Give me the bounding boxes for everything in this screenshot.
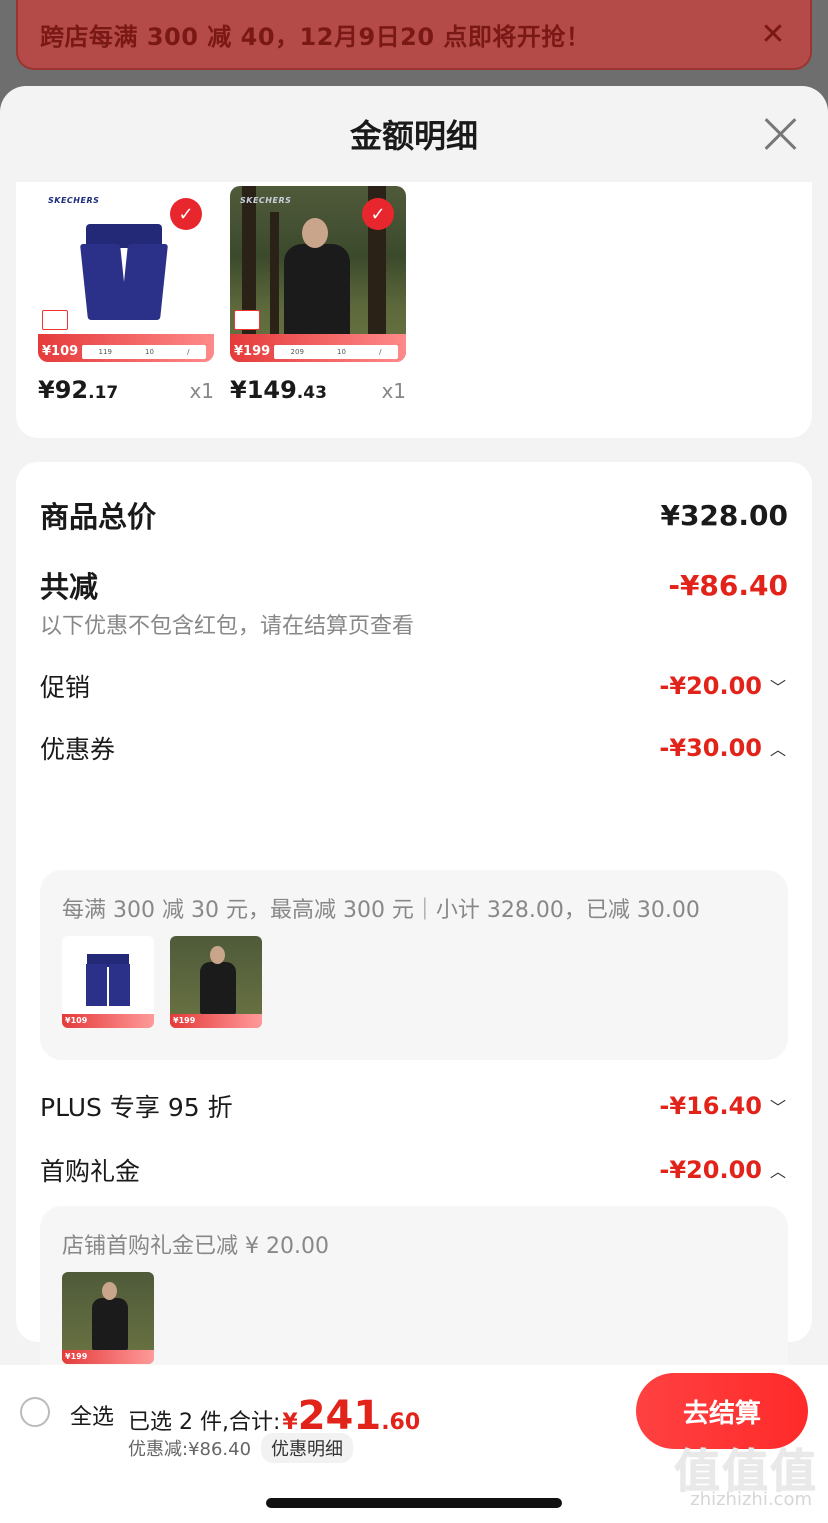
check-icon[interactable]: ✓ [170,198,202,230]
amount-detail-sheet: 金额明细 SKECHERS ¥109 119 10/ ✓ ¥92.17 x1 S… [0,86,828,1523]
shorts-image [80,224,168,322]
site-watermark-url: zhizhizhi.com [690,1489,812,1510]
chevron-down-icon[interactable]: ﹀ [768,674,788,698]
banner-close-icon[interactable]: ✕ [758,17,788,52]
first-gift-row[interactable]: 首购礼金 -¥20.00 ︿ [40,1152,788,1188]
discount-line: 优惠减:¥86.40 优惠明细 [128,1433,354,1463]
product-item[interactable]: SKECHERS ¥109 119 10/ ✓ ¥92.17 x1 [38,186,218,404]
promo-row[interactable]: 促销 -¥20.00 ﹀ [40,668,788,704]
chevron-up-icon[interactable]: ︿ [768,736,788,760]
total-reduce-row: 共减 -¥86.40 [40,564,788,606]
promo-badge [42,310,68,330]
discount-note: 以下优惠不包含红包，请在结算页查看 [40,614,415,639]
total-price-row: 商品总价 ¥328.00 [40,494,788,536]
select-all-radio[interactable] [20,1397,50,1427]
coupon-detail-box: 每满 300 减 30 元，最高减 300 元｜小计 328.00，已减 30.… [40,870,788,1060]
product-item[interactable]: SKECHERS ¥199 209 10/ ✓ ¥149.43 x1 [230,186,410,404]
select-all-label[interactable]: 全选 [70,1399,114,1431]
promo-banner: 跨店每满 300 减 40，12月9日20 点即将开抢！ ✕ [16,0,812,70]
plus-discount-row[interactable]: PLUS 专享 95 折 -¥16.40 ﹀ [40,1088,788,1124]
coupon-detail-text: 每满 300 减 30 元，最高减 300 元｜小计 328.00，已减 30.… [62,898,700,923]
product-quantity: x1 [381,379,406,403]
product-image[interactable]: SKECHERS ¥199 209 10/ ✓ [230,186,406,362]
first-gift-label: 首购礼金 [40,1157,141,1186]
product-price-row: ¥92.17 x1 [38,376,218,404]
brand-logo: SKECHERS [48,196,100,205]
price-tag-strip: ¥199 209 10/ [230,334,406,362]
coupon-label: 优惠券 [40,735,116,764]
total-reduce-label: 共减 [40,570,99,604]
chevron-down-icon[interactable]: ﹀ [768,1094,788,1118]
promo-value: -¥20.00 [659,672,762,700]
total-reduce-value: -¥86.40 [668,568,788,602]
total-price-label: 商品总价 [40,500,157,534]
discount-amount: 优惠减:¥86.40 [128,1439,252,1460]
plus-discount-label: PLUS 专享 95 折 [40,1093,233,1122]
home-indicator[interactable] [266,1498,562,1508]
model-figure [284,244,350,338]
product-price: ¥92.17 [38,376,119,404]
tag-bar: 119 10/ [82,345,206,359]
coupon-value: -¥30.00 [659,734,762,762]
brand-logo: SKECHERS [240,196,292,205]
discount-detail-link[interactable]: 优惠明细 [261,1433,354,1463]
gift-detail-text: 店铺首购礼金已减 ¥ 20.00 [62,1234,329,1259]
coupon-row[interactable]: 优惠券 -¥30.00 ︿ [40,730,788,766]
tag-bar: 209 10/ [274,345,398,359]
promo-banner-text: 跨店每满 300 减 40，12月9日20 点即将开抢！ [40,22,591,51]
coupon-product-thumb[interactable]: ¥199 [170,936,262,1028]
close-icon[interactable] [762,116,798,152]
gift-product-thumb[interactable]: ¥199 [62,1272,154,1364]
coupon-product-thumb[interactable]: ¥109 [62,936,154,1028]
checkout-bar: 全选 已选 2 件,合计: ¥241.60 优惠减:¥86.40 优惠明细 去结… [0,1365,828,1523]
products-card: SKECHERS ¥109 119 10/ ✓ ¥92.17 x1 SKECHE… [16,182,812,438]
tag-price: ¥199 [234,344,271,359]
total-price-value: ¥328.00 [660,498,788,532]
first-gift-value: -¥20.00 [659,1156,762,1184]
tag-price: ¥109 [42,344,79,359]
plus-discount-value: -¥16.40 [659,1092,762,1120]
product-image[interactable]: SKECHERS ¥109 119 10/ ✓ [38,186,214,362]
price-summary-card: 商品总价 ¥328.00 共减 -¥86.40 以下优惠不包含红包，请在结算页查… [16,462,812,1396]
sheet-title: 金额明细 [349,117,478,155]
promo-badge [234,310,260,330]
sheet-header: 金额明细 [0,86,828,182]
selected-count-text: 已选 2 件,合计: [128,1410,281,1435]
product-price-row: ¥149.43 x1 [230,376,410,404]
promo-label: 促销 [40,673,91,702]
check-icon[interactable]: ✓ [362,198,394,230]
chevron-up-icon[interactable]: ︿ [768,1158,788,1182]
price-tag-strip: ¥109 119 10/ [38,334,214,362]
product-quantity: x1 [189,379,214,403]
product-price: ¥149.43 [230,376,327,404]
